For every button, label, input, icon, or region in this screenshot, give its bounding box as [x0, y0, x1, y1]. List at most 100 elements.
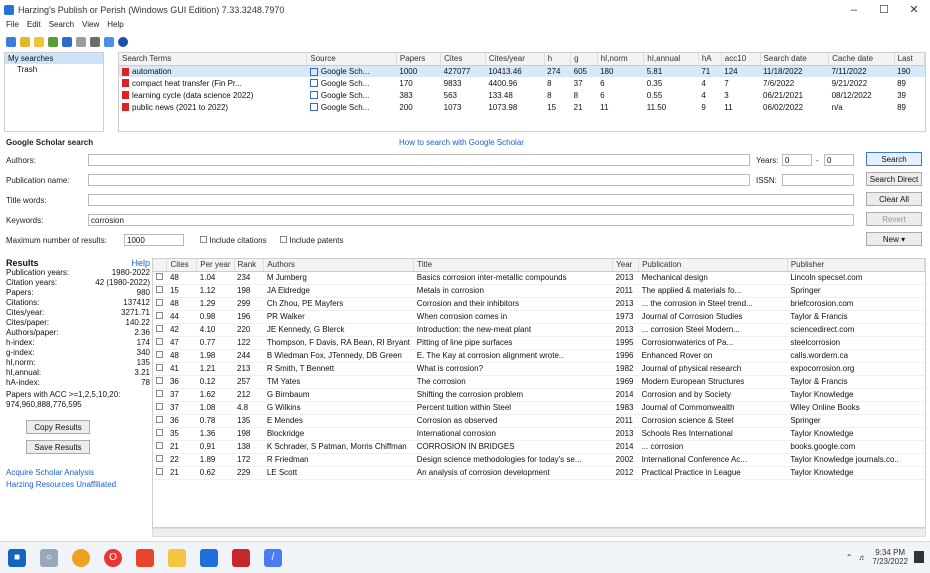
top-grid-header[interactable]: Cites/year [485, 53, 545, 66]
save-icon[interactable] [48, 37, 58, 47]
properties-icon[interactable] [104, 37, 114, 47]
delete-icon[interactable] [76, 37, 86, 47]
top-grid-header[interactable]: hA [698, 53, 722, 66]
include-citations-checkbox[interactable]: Include citations [200, 236, 267, 245]
start-icon[interactable]: ■ [8, 548, 26, 567]
results-grid-header[interactable]: Cites [166, 259, 198, 272]
menu-search[interactable]: Search [49, 20, 74, 33]
help-icon[interactable] [118, 37, 128, 47]
results-grid-header[interactable]: Publication [638, 259, 788, 272]
tree-item-trash[interactable]: Trash [5, 64, 103, 75]
folder-icon[interactable] [20, 37, 30, 47]
menu-view[interactable]: View [82, 20, 99, 33]
open-icon[interactable] [34, 37, 44, 47]
search-row[interactable]: public news (2021 to 2022) Google Sch... 2… [119, 101, 925, 113]
result-row[interactable]: 47 0.77 122 Thompson, F Davis, RA Bean, RI … [153, 336, 925, 350]
search-row[interactable]: compact heat transfer (Fin Pr... Google S… [119, 77, 925, 89]
search-icon[interactable]: ○ [40, 548, 58, 567]
close-button[interactable]: ✕ [900, 2, 928, 18]
results-grid-header[interactable]: Rank [234, 259, 265, 272]
top-grid-header[interactable]: acc10 [721, 53, 761, 66]
new-button[interactable]: New ▾ [866, 232, 922, 246]
max-results-input[interactable]: 1000 [124, 234, 184, 246]
word-icon[interactable] [200, 548, 218, 567]
result-row[interactable]: 41 1.21 213 R Smith, T Bennett What is corro… [153, 362, 925, 376]
copy-results-button[interactable]: Copy Results [26, 420, 90, 434]
revert-button[interactable]: Revert [866, 212, 922, 226]
top-grid-header[interactable]: hI,norm [597, 53, 645, 66]
row-checkbox[interactable] [156, 312, 163, 319]
result-row[interactable]: 48 1.04 234 M Jumberg Basics corrosion inter… [153, 271, 925, 285]
include-patents-checkbox[interactable]: Include patents [280, 236, 344, 245]
menu-edit[interactable]: Edit [27, 20, 41, 33]
minimize-button[interactable]: – [840, 2, 868, 18]
row-checkbox[interactable] [156, 442, 163, 449]
row-checkbox[interactable] [156, 338, 163, 345]
row-checkbox[interactable] [156, 299, 163, 306]
year-to-input[interactable]: 0 [824, 154, 854, 166]
menu-help[interactable]: Help [107, 20, 123, 33]
row-checkbox[interactable] [156, 429, 163, 436]
opera-icon[interactable]: O [104, 548, 122, 567]
row-checkbox[interactable] [156, 325, 163, 332]
search-row[interactable]: automation Google Sch... 1000 427077 10413.4… [119, 65, 925, 77]
search-row[interactable]: learning cycle (data science 2022) Google… [119, 89, 925, 101]
row-checkbox[interactable] [156, 403, 163, 410]
title-words-input[interactable] [88, 194, 854, 206]
results-help-link[interactable]: Help [131, 258, 150, 268]
maximize-button[interactable]: ☐ [870, 2, 898, 18]
top-grid-header[interactable]: Cache date [828, 53, 895, 66]
year-from-input[interactable]: 0 [782, 154, 812, 166]
harzing-resources-link[interactable]: Harzing Resources Unaffiliated [4, 480, 152, 489]
results-grid-header[interactable]: Authors [263, 259, 415, 272]
top-grid-header[interactable]: Source [306, 53, 397, 66]
top-grid-header[interactable]: Papers [396, 53, 442, 66]
undo-icon[interactable] [90, 37, 100, 47]
results-grid-header[interactable]: Publisher [787, 259, 925, 272]
new-search-icon[interactable] [6, 37, 16, 47]
result-row[interactable]: 48 1.29 299 Ch Zhou, PE Mayfers Corrosion an… [153, 297, 925, 311]
results-grid-header[interactable] [153, 259, 168, 272]
results-grid-header[interactable]: Per year [196, 259, 235, 272]
row-checkbox[interactable] [156, 286, 163, 293]
search-direct-button[interactable]: Search Direct [866, 172, 922, 186]
top-grid-header[interactable]: Search date [760, 53, 830, 66]
save-results-button[interactable]: Save Results [26, 440, 90, 454]
help-link[interactable]: How to search with Google Scholar [399, 138, 524, 147]
top-grid-header[interactable]: g [570, 53, 598, 66]
result-row[interactable]: 22 1.89 172 R Friedman Design science method… [153, 453, 925, 467]
result-row[interactable]: 42 4.10 220 JE Kennedy, G Blerck Introductio… [153, 323, 925, 337]
menu-file[interactable]: File [6, 20, 19, 33]
clock[interactable]: 9:34 PM 7/23/2022 [872, 548, 908, 566]
top-grid-header[interactable]: Last [894, 53, 925, 66]
scholar-analysis-link[interactable]: Acquire Scholar Analysis [4, 468, 152, 477]
row-checkbox[interactable] [156, 364, 163, 371]
row-checkbox[interactable] [156, 455, 163, 462]
authors-input[interactable] [88, 154, 750, 166]
row-checkbox[interactable] [156, 468, 163, 475]
file-explorer-icon[interactable] [168, 548, 186, 567]
search-button[interactable]: Search [866, 152, 922, 166]
issn-input[interactable] [782, 174, 854, 186]
top-grid-header[interactable]: Cites [440, 53, 486, 66]
tray-chevron-icon[interactable]: ⌃ [846, 553, 853, 562]
notification-icon[interactable] [914, 551, 924, 563]
top-grid-header[interactable]: h [544, 53, 572, 66]
result-row[interactable]: 37 1.08 4.8 G Wilkins Percent tuition within… [153, 401, 925, 415]
row-checkbox[interactable] [156, 351, 163, 358]
tree-item-my-searches[interactable]: My searches [5, 53, 103, 64]
results-grid-header[interactable]: Year [612, 259, 640, 272]
row-checkbox[interactable] [156, 377, 163, 384]
result-row[interactable]: 21 0.62 229 LE Scott An analysis of corrosio… [153, 466, 925, 480]
top-grid-header[interactable]: Search Terms [119, 53, 308, 66]
result-row[interactable]: 36 0.78 135 E Mendes Corrosion as observed 20… [153, 414, 925, 428]
result-row[interactable]: 37 1.62 212 G Birnbaum Shifting the corrosio… [153, 388, 925, 402]
row-checkbox[interactable] [156, 273, 163, 280]
publication-input[interactable] [88, 174, 750, 186]
horizontal-scrollbar[interactable] [152, 528, 926, 537]
result-row[interactable]: 36 0.12 257 TM Yates The corrosion 1969 Modern… [153, 375, 925, 389]
pen-icon[interactable]: / [264, 548, 282, 567]
row-checkbox[interactable] [156, 390, 163, 397]
result-row[interactable]: 35 1.36 198 Blockridge International corrosi… [153, 427, 925, 441]
results-grid-header[interactable]: Title [413, 259, 614, 272]
